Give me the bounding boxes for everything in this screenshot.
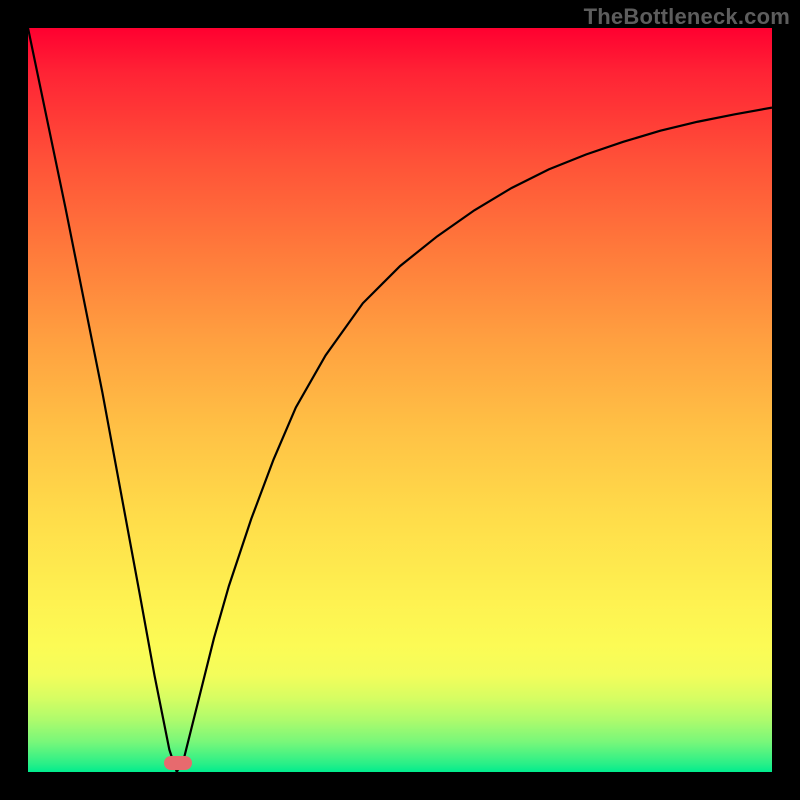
curve-path [28,28,772,772]
minimum-marker [164,756,192,770]
plot-area [28,28,772,772]
curve-svg [28,28,772,772]
watermark-text: TheBottleneck.com [584,4,790,30]
chart-frame: { "watermark": "TheBottleneck.com", "plo… [0,0,800,800]
